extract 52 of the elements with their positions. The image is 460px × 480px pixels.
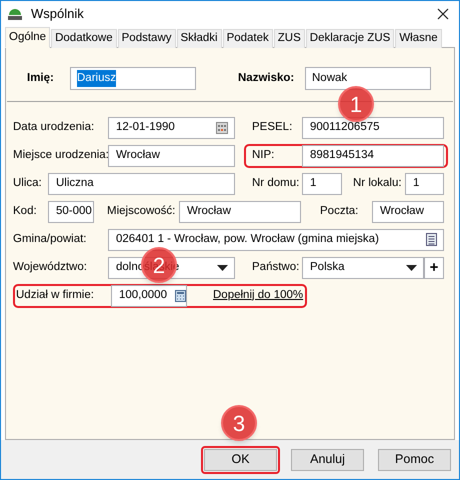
input-field[interactable]: Wrocław	[108, 144, 235, 166]
input-field[interactable]: Nowak	[305, 67, 431, 90]
input-field[interactable]: 50-000	[48, 200, 94, 222]
field-label: Nr lokalu:	[353, 176, 403, 191]
field-label: Nr domu:	[252, 176, 300, 191]
input-field[interactable]: 1	[405, 172, 444, 194]
input-field[interactable]: Dariusz	[70, 67, 196, 90]
field-label: Miejscowość:	[107, 204, 176, 219]
tab[interactable]: Własne	[395, 29, 442, 48]
app-logo-icon	[7, 7, 23, 21]
field-label: Poczta:	[320, 204, 360, 219]
tab[interactable]: Deklaracje ZUS	[306, 29, 394, 48]
input-field[interactable]: Wrocław	[372, 200, 444, 222]
field-label: PESEL:	[252, 120, 294, 135]
calculator-icon[interactable]	[174, 290, 186, 302]
caret-icon[interactable]	[406, 264, 417, 270]
field-label: Imię:	[27, 70, 55, 86]
field-label: Miejsce urodzenia:	[13, 148, 108, 163]
dialog-button[interactable]: Anuluj	[291, 448, 364, 470]
calendar-icon[interactable]	[216, 122, 228, 134]
add-button[interactable]: +	[424, 256, 444, 278]
tab[interactable]: Dodatkowe	[51, 29, 117, 48]
tab[interactable]: ZUS	[274, 29, 305, 48]
field-label: Udział w firmie:	[16, 288, 95, 303]
fill-link[interactable]: Dopełnij do 100%	[213, 286, 304, 304]
dialog-button[interactable]: OK	[204, 448, 277, 470]
input-field[interactable]: 12-01-1990	[108, 116, 235, 138]
window-title: Wspólnik	[31, 5, 84, 24]
input-field[interactable]: 100,0000	[111, 284, 187, 306]
field-label: Nazwisko:	[238, 70, 296, 86]
input-field[interactable]: 8981945134	[302, 144, 444, 166]
field-label: Państwo:	[252, 260, 300, 275]
tab[interactable]: Podstawy	[118, 29, 176, 48]
field-label: Data urodzenia:	[13, 120, 96, 135]
input-field[interactable]: Wrocław	[179, 200, 301, 222]
field-label: Gmina/powiat:	[13, 232, 88, 247]
dialog-button[interactable]: Pomoc	[378, 448, 451, 470]
dropdown[interactable]: Polska	[302, 256, 424, 278]
input-field[interactable]: 90011206575	[302, 116, 444, 138]
close-icon[interactable]	[437, 8, 449, 20]
input-field[interactable]: Uliczna	[48, 172, 235, 194]
field-label: Ulica:	[13, 176, 43, 191]
tab[interactable]: Podatek	[222, 29, 273, 48]
field-label: Kod:	[13, 204, 38, 219]
field-label: Województwo:	[13, 260, 88, 275]
input-field[interactable]: 1	[302, 172, 342, 194]
list-icon[interactable]	[426, 233, 437, 246]
caret-icon[interactable]	[217, 264, 228, 270]
input-field[interactable]: 026401 1 - Wrocław, pow. Wrocław (gmina miejska)	[108, 228, 444, 250]
tab[interactable]: Składki	[176, 29, 222, 48]
field-label: NIP:	[252, 148, 276, 163]
tab[interactable]: Ogólne	[5, 27, 50, 48]
